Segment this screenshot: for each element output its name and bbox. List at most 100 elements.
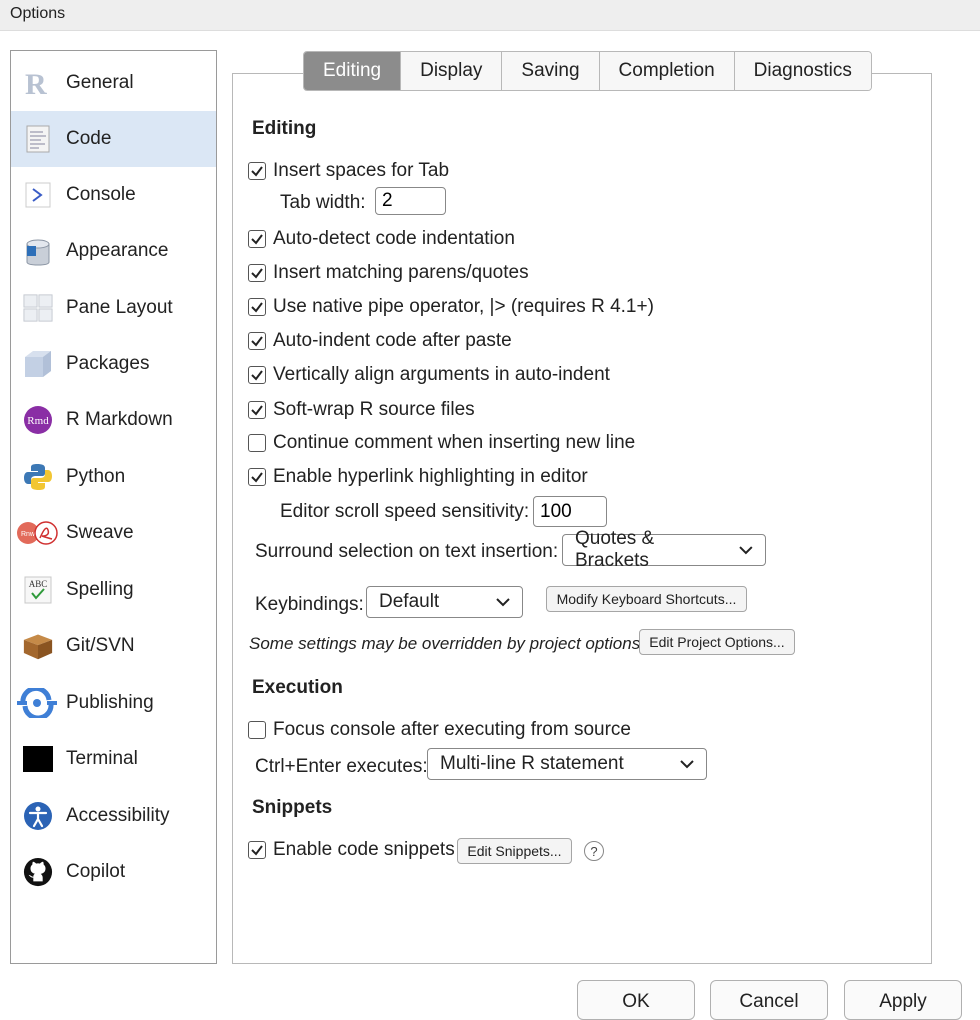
tab-width-input[interactable] <box>375 187 446 215</box>
matching-parens-checkbox-row[interactable]: Insert matching parens/quotes <box>248 262 529 284</box>
publishing-icon <box>17 688 57 718</box>
svg-text:Rmd: Rmd <box>27 415 49 427</box>
cancel-button[interactable]: Cancel <box>710 980 828 1020</box>
sidebar-item-label: Console <box>66 184 136 205</box>
matching-parens-label: Insert matching parens/quotes <box>273 262 529 283</box>
console-prompt-icon <box>23 180 53 210</box>
sidebar-item-accessibility[interactable]: Accessibility <box>11 788 216 844</box>
sidebar-item-console[interactable]: Console <box>11 167 216 223</box>
hyperlink-checkbox[interactable] <box>248 468 266 486</box>
soft-wrap-checkbox[interactable] <box>248 401 266 419</box>
insert-spaces-checkbox[interactable] <box>248 162 266 180</box>
auto-indent-checkbox[interactable] <box>248 332 266 350</box>
scroll-speed-input[interactable] <box>533 496 607 527</box>
sidebar-item-packages[interactable]: Packages <box>11 336 216 392</box>
modify-shortcuts-button[interactable]: Modify Keyboard Shortcuts... <box>546 586 747 612</box>
surround-selection-value: Quotes & Brackets <box>575 528 655 571</box>
auto-detect-checkbox-row[interactable]: Auto-detect code indentation <box>248 228 515 250</box>
sweave-icon: Rnw <box>15 518 61 548</box>
sidebar-item-copilot[interactable]: Copilot <box>11 844 216 900</box>
keybindings-label: Keybindings: <box>255 594 364 615</box>
sidebar-item-git-svn[interactable]: Git/SVN <box>11 618 216 674</box>
edit-snippets-button[interactable]: Edit Snippets... <box>457 838 572 864</box>
native-pipe-label: Use native pipe operator, |> (requires R… <box>273 296 654 317</box>
sidebar-item-label: Appearance <box>66 240 169 261</box>
r-logo-icon: R <box>23 68 53 98</box>
chevron-down-icon <box>680 760 694 769</box>
enable-snippets-label: Enable code snippets <box>273 839 455 860</box>
continue-comment-label: Continue comment when inserting new line <box>273 432 636 453</box>
sidebar-item-label: Accessibility <box>66 805 170 826</box>
surround-selection-select[interactable]: Quotes & Brackets <box>562 528 766 571</box>
pane-layout-icon <box>23 293 53 323</box>
tab-saving[interactable]: Saving <box>501 52 599 90</box>
sidebar-item-appearance[interactable]: Appearance <box>11 223 216 279</box>
vertical-align-label: Vertically align arguments in auto-inden… <box>273 364 610 385</box>
tab-editing[interactable]: Editing <box>304 52 401 90</box>
sidebar-item-python[interactable]: Python <box>11 449 216 505</box>
svg-text:ABC: ABC <box>29 579 48 589</box>
continue-comment-checkbox-row[interactable]: Continue comment when inserting new line <box>248 432 635 454</box>
sidebar-item-spelling[interactable]: ABC Spelling <box>11 562 216 618</box>
sidebar-item-publishing[interactable]: Publishing <box>11 675 216 731</box>
enable-snippets-checkbox[interactable] <box>248 841 266 859</box>
code-document-icon <box>23 124 53 154</box>
auto-indent-label: Auto-indent code after paste <box>273 330 512 351</box>
tab-completion[interactable]: Completion <box>598 52 734 90</box>
focus-console-checkbox[interactable] <box>248 721 266 739</box>
window-title: Options <box>10 5 66 22</box>
terminal-icon <box>23 744 53 774</box>
sidebar-item-general[interactable]: R General <box>11 55 216 111</box>
edit-project-options-button[interactable]: Edit Project Options... <box>639 629 795 655</box>
paint-bucket-icon <box>23 236 53 266</box>
editing-heading: Editing <box>252 118 317 139</box>
sidebar-item-code[interactable]: Code <box>11 111 216 167</box>
tab-diagnostics[interactable]: Diagnostics <box>733 52 871 90</box>
tab-width-label: Tab width: <box>280 192 366 213</box>
rmd-icon: Rmd <box>23 405 53 435</box>
sidebar-item-label: Spelling <box>66 579 134 600</box>
chevron-down-icon <box>496 598 510 607</box>
ctrl-enter-select[interactable]: Multi-line R statement <box>427 748 707 780</box>
matching-parens-checkbox[interactable] <box>248 264 266 282</box>
soft-wrap-checkbox-row[interactable]: Soft-wrap R source files <box>248 399 475 421</box>
sidebar-item-label: Python <box>66 466 126 487</box>
vertical-align-checkbox-row[interactable]: Vertically align arguments in auto-inden… <box>248 364 610 386</box>
sidebar-item-label: Sweave <box>66 522 134 543</box>
auto-indent-checkbox-row[interactable]: Auto-indent code after paste <box>248 330 512 352</box>
auto-detect-checkbox[interactable] <box>248 230 266 248</box>
tab-display[interactable]: Display <box>400 52 502 90</box>
enable-snippets-checkbox-row[interactable]: Enable code snippets <box>248 839 455 861</box>
python-logo-icon <box>23 462 53 492</box>
svg-text:Rnw: Rnw <box>21 531 36 538</box>
sidebar-item-terminal[interactable]: Terminal <box>11 731 216 787</box>
options-sidebar: R General Code Console Appearance Pane L… <box>10 50 217 964</box>
accessibility-icon <box>23 801 53 831</box>
sidebar-item-label: Copilot <box>66 861 126 882</box>
continue-comment-checkbox[interactable] <box>248 434 266 452</box>
spelling-abc-icon: ABC <box>23 575 53 605</box>
sidebar-item-r-markdown[interactable]: Rmd R Markdown <box>11 392 216 448</box>
scroll-speed-label: Editor scroll speed sensitivity: <box>280 501 530 522</box>
sidebar-item-pane-layout[interactable]: Pane Layout <box>11 280 216 336</box>
snippets-heading: Snippets <box>252 797 333 818</box>
package-box-icon <box>23 349 53 379</box>
ok-button[interactable]: OK <box>577 980 695 1020</box>
apply-button[interactable]: Apply <box>844 980 962 1020</box>
sidebar-item-sweave[interactable]: Rnw Sweave <box>11 505 216 561</box>
insert-spaces-checkbox-row[interactable]: Insert spaces for Tab <box>248 160 449 182</box>
help-icon[interactable]: ? <box>584 841 604 861</box>
vertical-align-checkbox[interactable] <box>248 366 266 384</box>
focus-console-checkbox-row[interactable]: Focus console after executing from sourc… <box>248 719 631 741</box>
svg-text:R: R <box>25 68 47 98</box>
tab-bar: Editing Display Saving Completion Diagno… <box>303 51 872 91</box>
keybindings-select[interactable]: Default <box>366 586 523 618</box>
native-pipe-checkbox[interactable] <box>248 298 266 316</box>
hyperlink-checkbox-row[interactable]: Enable hyperlink highlighting in editor <box>248 466 588 488</box>
sidebar-item-label: Pane Layout <box>66 297 173 318</box>
ctrl-enter-label: Ctrl+Enter executes: <box>255 756 428 777</box>
sidebar-item-label: Terminal <box>66 748 138 769</box>
chevron-down-icon <box>739 546 753 555</box>
git-box-icon <box>23 631 53 661</box>
native-pipe-checkbox-row[interactable]: Use native pipe operator, |> (requires R… <box>248 296 654 318</box>
